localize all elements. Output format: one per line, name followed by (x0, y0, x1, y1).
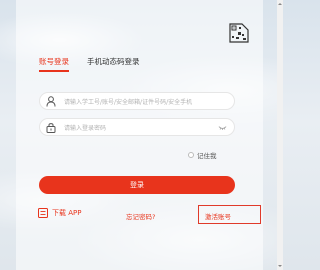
eye-closed-icon[interactable] (218, 123, 227, 132)
user-icon (45, 95, 57, 107)
qr-code-icon[interactable] (228, 22, 250, 44)
forgot-password-link[interactable]: 忘记密码? (126, 211, 155, 221)
download-app-label: 下载 APP (52, 209, 82, 217)
app-icon (38, 208, 48, 218)
scrollbar[interactable] (277, 0, 283, 270)
remember-me[interactable]: 记住我 (188, 150, 217, 160)
scroll-up-icon[interactable] (278, 2, 282, 6)
username-placeholder: 请输入学工号/账号/安全邮箱/证件号码/安全手机 (64, 98, 193, 106)
login-tabs: 账号登录 手机动态码登录 (39, 56, 140, 72)
scroll-down-icon[interactable] (278, 264, 282, 268)
activate-account-link[interactable]: 激活账号 (205, 211, 231, 221)
download-app-link[interactable]: 下载 APP (38, 208, 81, 218)
password-input[interactable]: 请输入登录密码 (39, 118, 235, 136)
username-input[interactable]: 请输入学工号/账号/安全邮箱/证件号码/安全手机 (39, 92, 235, 110)
lock-icon (45, 121, 57, 133)
remember-me-checkbox[interactable] (188, 152, 194, 158)
remember-me-label: 记住我 (197, 152, 217, 160)
tab-account-login[interactable]: 账号登录 (39, 56, 69, 72)
password-placeholder: 请输入登录密码 (64, 124, 107, 132)
login-button[interactable]: 登录 (39, 176, 235, 194)
tab-phone-code-login[interactable]: 手机动态码登录 (87, 56, 140, 67)
